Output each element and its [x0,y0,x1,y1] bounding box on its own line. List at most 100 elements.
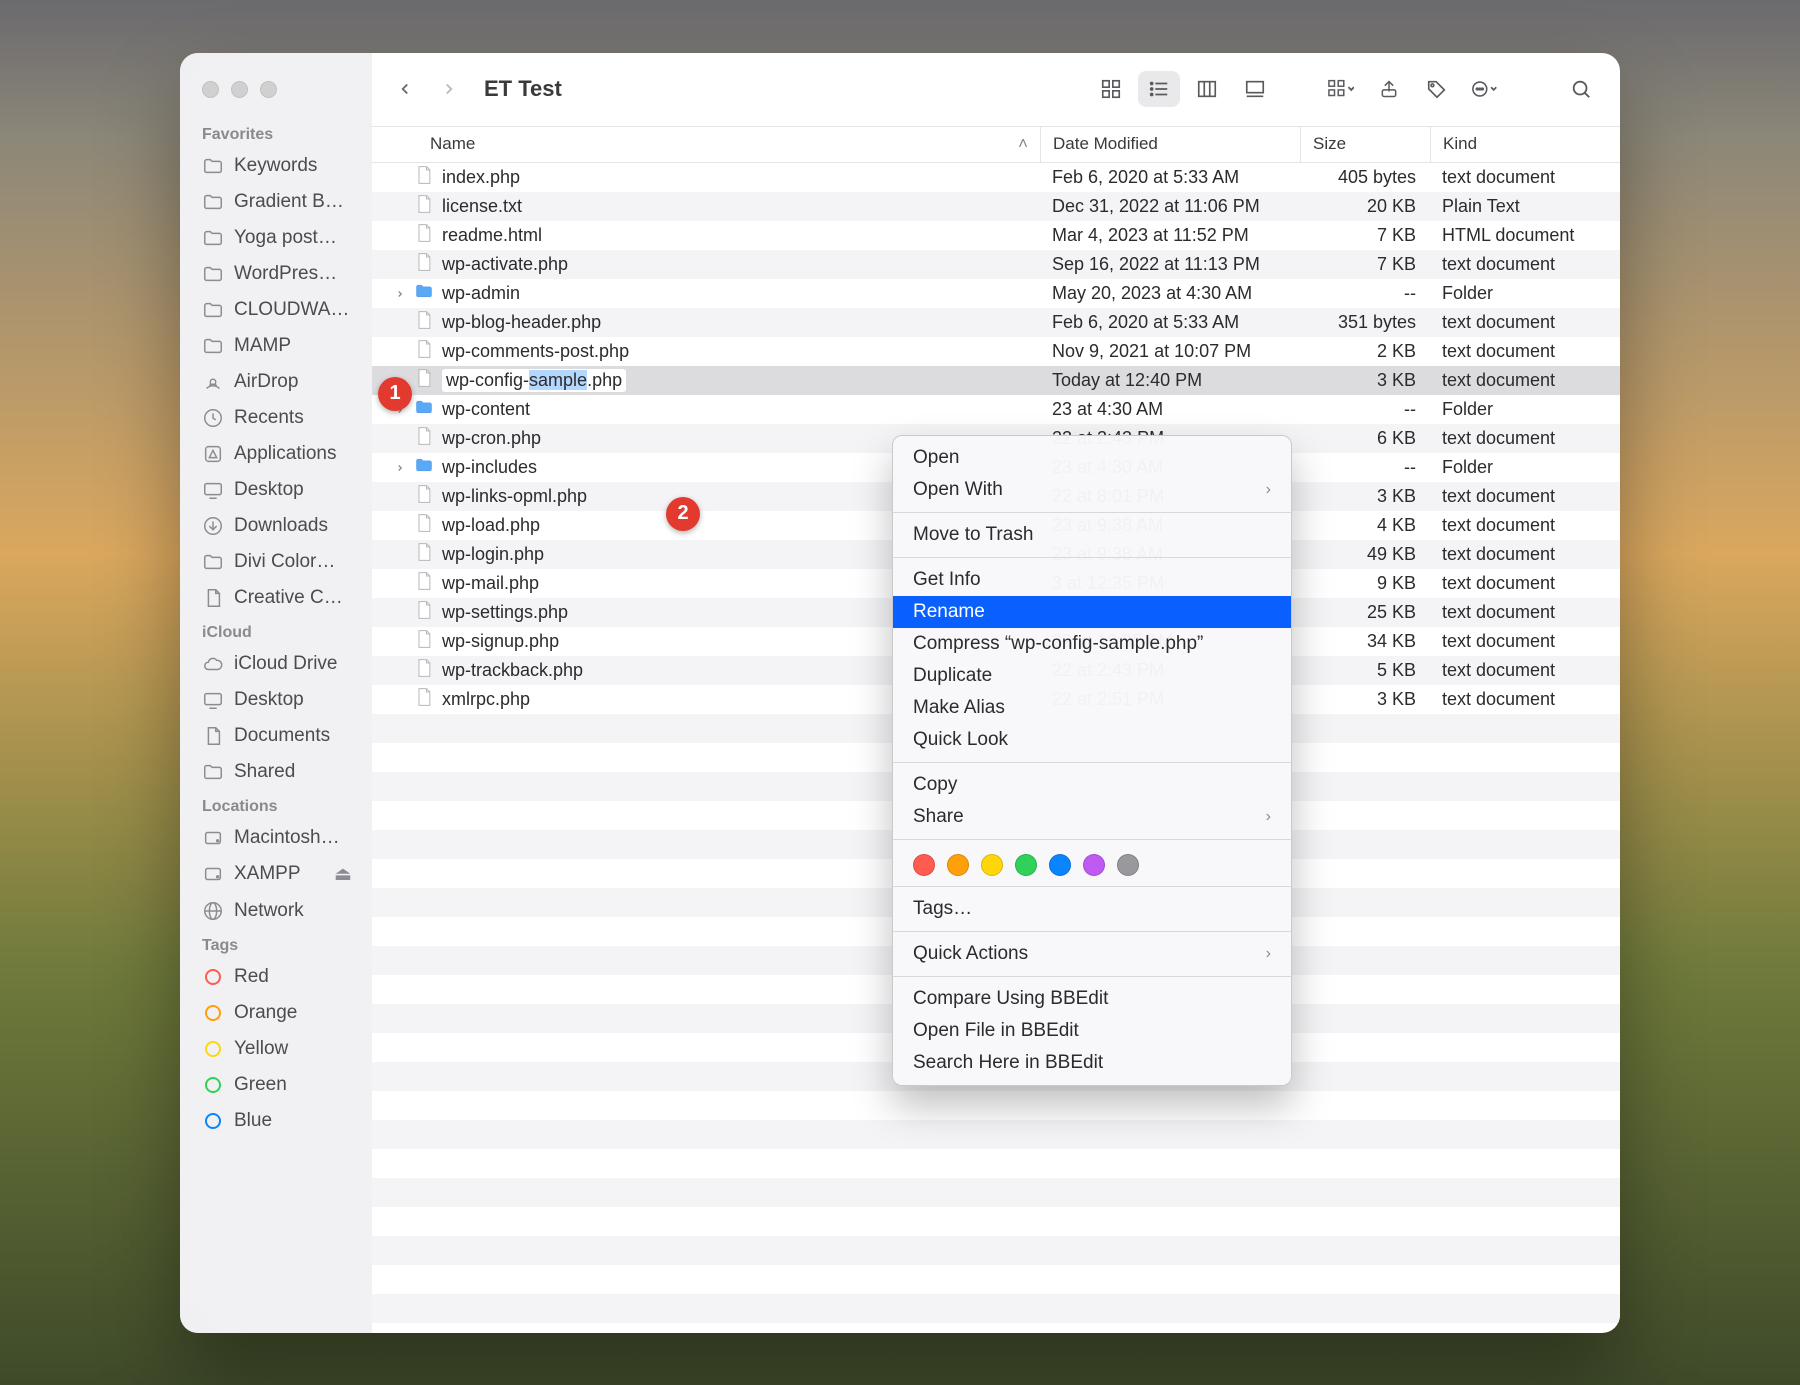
sidebar-item[interactable]: Desktop [180,682,372,718]
context-menu-item[interactable]: Open With› [893,474,1291,506]
context-menu-item[interactable]: Tags… [893,893,1291,925]
sidebar-item[interactable]: Shared [180,754,372,790]
sidebar-item[interactable]: Documents [180,718,372,754]
file-size: 3 KB [1300,486,1430,507]
sidebar-item[interactable]: Green [180,1067,372,1103]
sidebar-item[interactable]: WordPres… [180,256,372,292]
file-name: readme.html [442,225,542,246]
sidebar-item[interactable]: Applications [180,436,372,472]
sidebar-item[interactable]: Creative C… [180,580,372,616]
sidebar-item[interactable]: Yoga post… [180,220,372,256]
sidebar-item[interactable]: Keywords [180,148,372,184]
toolbar: ET Test [372,53,1620,127]
view-switcher [1090,71,1276,107]
sidebar: FavoritesKeywordsGradient B…Yoga post…Wo… [180,53,372,1333]
sidebar-item[interactable]: Red [180,959,372,995]
context-menu-label: Rename [913,601,985,623]
minimize-button[interactable] [231,81,248,98]
sidebar-item-label: Creative C… [234,587,343,609]
file-name: wp-cron.php [442,428,541,449]
sort-indicator-icon: ˄ [1018,134,1028,154]
context-menu-item[interactable]: Search Here in BBEdit [893,1047,1291,1079]
search-button[interactable] [1560,71,1602,107]
sidebar-item[interactable]: Desktop [180,472,372,508]
context-menu-item[interactable]: Compress “wp-config-sample.php” [893,628,1291,660]
tag-color[interactable] [1049,854,1071,876]
sidebar-item[interactable]: MAMP [180,328,372,364]
context-menu-item[interactable]: Open File in BBEdit [893,1015,1291,1047]
sidebar-item[interactable]: XAMPP⏏ [180,856,372,893]
eject-icon[interactable]: ⏏ [334,863,352,886]
context-menu-label: Open [913,447,959,469]
icon-view-button[interactable] [1090,71,1132,107]
tag-color[interactable] [913,854,935,876]
close-button[interactable] [202,81,219,98]
context-menu-label: Compare Using BBEdit [913,988,1108,1010]
gallery-view-button[interactable] [1234,71,1276,107]
file-row[interactable]: wp-activate.phpSep 16, 2022 at 11:13 PM7… [372,250,1620,279]
context-menu-item[interactable]: Rename [893,596,1291,628]
tag-color[interactable] [947,854,969,876]
menu-separator [893,762,1291,763]
sidebar-item[interactable]: CLOUDWA… [180,292,372,328]
file-row[interactable]: license.txtDec 31, 2022 at 11:06 PM20 KB… [372,192,1620,221]
file-row[interactable]: readme.htmlMar 4, 2023 at 11:52 PM7 KBHT… [372,221,1620,250]
list-view-button[interactable] [1138,71,1180,107]
forward-button[interactable] [434,74,464,104]
disclosure-icon[interactable] [394,283,406,304]
disclosure-icon[interactable] [394,457,406,478]
sidebar-item[interactable]: Recents [180,400,372,436]
context-menu-label: Open With [913,479,1003,501]
sidebar-item-label: Network [234,900,304,922]
context-menu-item[interactable]: Copy [893,769,1291,801]
tag-color[interactable] [981,854,1003,876]
file-row[interactable]: wp-config-sample.phpToday at 12:40 PM3 K… [372,366,1620,395]
sidebar-item[interactable]: Downloads [180,508,372,544]
file-row[interactable]: wp-adminMay 20, 2023 at 4:30 AM--Folder [372,279,1620,308]
context-menu-item[interactable]: Duplicate [893,660,1291,692]
col-date[interactable]: Date Modified [1040,127,1300,162]
col-name[interactable]: Name˄ [372,134,1040,154]
context-menu-item[interactable]: Open [893,442,1291,474]
file-name-edit[interactable]: wp-config-sample.php [442,369,626,392]
back-button[interactable] [390,74,420,104]
context-menu-item[interactable]: Move to Trash [893,519,1291,551]
file-icon [414,628,434,655]
sidebar-item[interactable]: AirDrop [180,364,372,400]
sidebar-item[interactable]: Divi Color… [180,544,372,580]
sidebar-item[interactable]: Network [180,893,372,929]
file-date: Sep 16, 2022 at 11:13 PM [1040,254,1300,275]
sidebar-item[interactable]: iCloud Drive [180,646,372,682]
tag-color[interactable] [1083,854,1105,876]
file-row[interactable]: wp-comments-post.phpNov 9, 2021 at 10:07… [372,337,1620,366]
context-menu-item[interactable]: Quick Actions› [893,938,1291,970]
file-row[interactable]: wp-blog-header.phpFeb 6, 2020 at 5:33 AM… [372,308,1620,337]
sidebar-item[interactable]: Orange [180,995,372,1031]
tag-color[interactable] [1117,854,1139,876]
file-row[interactable]: wp-content23 at 4:30 AM--Folder [372,395,1620,424]
context-menu-item[interactable]: Make Alias [893,692,1291,724]
col-kind[interactable]: Kind [1430,127,1620,162]
file-kind: text document [1430,515,1620,536]
tag-color[interactable] [1015,854,1037,876]
zoom-button[interactable] [260,81,277,98]
tags-button[interactable] [1416,71,1458,107]
context-menu-item[interactable]: Quick Look [893,724,1291,756]
col-size[interactable]: Size [1300,127,1430,162]
sidebar-item[interactable]: Blue [180,1103,372,1139]
tag-icon [202,966,224,988]
sidebar-item[interactable]: Yellow [180,1031,372,1067]
window-title: ET Test [484,76,562,102]
file-row[interactable]: index.phpFeb 6, 2020 at 5:33 AM405 bytes… [372,163,1620,192]
actions-menu[interactable] [1464,71,1506,107]
context-menu-item[interactable]: Compare Using BBEdit [893,983,1291,1015]
group-menu[interactable] [1320,71,1362,107]
sidebar-item[interactable]: Macintosh… [180,820,372,856]
column-view-button[interactable] [1186,71,1228,107]
share-button[interactable] [1368,71,1410,107]
sidebar-item[interactable]: Gradient B… [180,184,372,220]
sidebar-item-label: Shared [234,761,295,783]
file-icon [414,367,434,394]
context-menu-item[interactable]: Share› [893,801,1291,833]
context-menu-item[interactable]: Get Info [893,564,1291,596]
